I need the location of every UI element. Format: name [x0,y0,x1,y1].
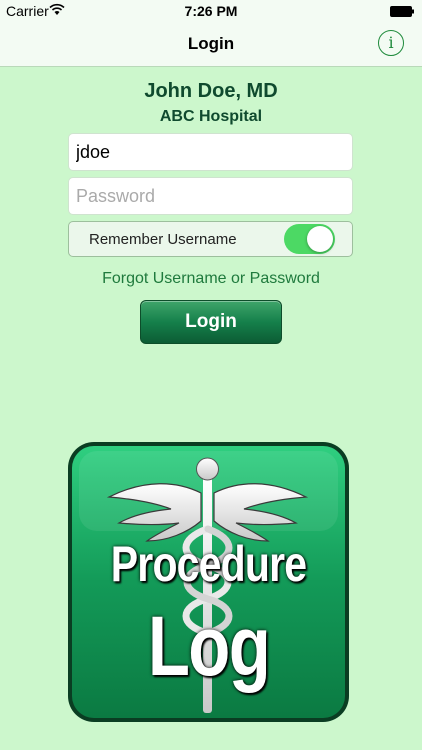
hospital-name: ABC Hospital [159,108,263,125]
forgot-credentials-link[interactable]: Forgot Username or Password [0,270,422,288]
username-field[interactable] [68,133,353,171]
toggle-knob [307,226,333,252]
clock: 7:26 PM [184,3,238,19]
navigation-bar: Login i [0,22,422,67]
nav-title: Login [187,34,235,53]
remember-username-row: Remember Username [68,221,353,257]
logo-text-log: Log [147,599,271,693]
status-bar: Carrier 7:26 PM [0,0,422,22]
login-button[interactable]: Login [140,300,282,344]
remember-username-toggle[interactable] [284,224,335,254]
remember-username-label: Remember Username [89,231,237,248]
password-field[interactable] [68,177,353,215]
doctor-name: John Doe, MD [144,80,278,102]
logo-text-procedure: Procedure [110,536,307,592]
battery-icon [390,6,414,17]
info-icon[interactable]: i [378,30,404,56]
